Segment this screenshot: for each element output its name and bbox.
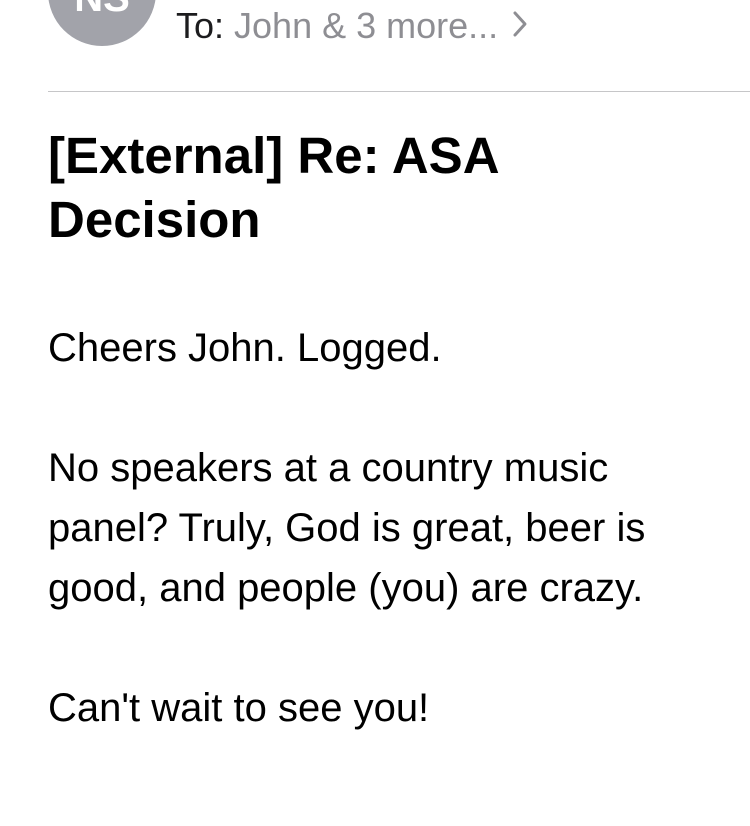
header-divider (48, 91, 750, 92)
recipients-row[interactable]: To: John & 3 more... (176, 4, 528, 48)
message-header: NS To: John & 3 more... (0, 0, 750, 92)
avatar-initials: NS (48, 0, 156, 18)
chevron-right-icon[interactable] (512, 5, 528, 47)
avatar[interactable]: NS (48, 0, 156, 46)
body-paragraph: Can't wait to see you! (48, 686, 430, 730)
recipients-summary[interactable]: John & 3 more... (234, 5, 498, 47)
email-subject: [External] Re: ASA Decision (48, 127, 498, 248)
body-paragraph: No speakers at a country music panel? Tr… (48, 446, 646, 610)
to-label: To: (176, 5, 225, 46)
email-body: Cheers John. Logged. No speakers at a co… (48, 318, 728, 798)
body-paragraph: Cheers John. Logged. (48, 326, 442, 370)
